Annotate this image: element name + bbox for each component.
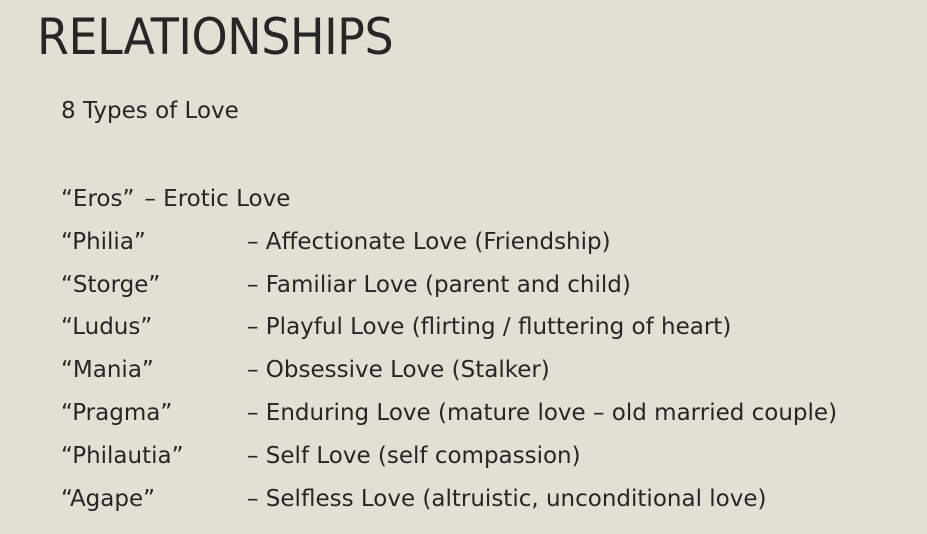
love-description: – Self Love (self compassion) bbox=[247, 442, 581, 469]
list-item-philia: “Philia” – Affectionate Love (Friendship… bbox=[61, 226, 611, 269]
love-types-list: “Eros” – Erotic Love “Philia” – Affection… bbox=[61, 183, 837, 526]
love-term: “Eros” bbox=[61, 186, 135, 212]
love-term: “Philia” bbox=[61, 228, 146, 255]
love-term: “Philautia” bbox=[61, 442, 184, 469]
love-description: – Enduring Love (mature love – old marri… bbox=[247, 399, 838, 426]
list-item-mania: “Mania” – Obsessive Love (Stalker) bbox=[61, 354, 550, 397]
list-item-pragma: “Pragma” – Enduring Love (mature love – … bbox=[61, 397, 837, 440]
love-term: “Storge” bbox=[61, 271, 161, 298]
slide-subtitle: 8 Types of Love bbox=[61, 98, 239, 124]
love-term: “Ludus” bbox=[61, 314, 153, 341]
list-item-agape: “Agape” – Selfless Love (altruistic, unc… bbox=[61, 483, 766, 526]
slide: RELATIONSHIPS 8 Types of Love “Eros” – Er… bbox=[0, 0, 927, 534]
love-description: – Playful Love (flirting / fluttering of… bbox=[247, 314, 732, 341]
love-term: “Pragma” bbox=[61, 399, 173, 426]
love-description: – Familiar Love (parent and child) bbox=[247, 271, 631, 298]
love-description: – Erotic Love bbox=[144, 186, 291, 212]
list-item-philautia: “Philautia” – Self Love (self compassion… bbox=[61, 440, 581, 483]
list-item-ludus: “Ludus” – Playful Love (flirting / flutt… bbox=[61, 311, 731, 354]
love-term: “Agape” bbox=[61, 485, 156, 512]
love-description: – Selfless Love (altruistic, uncondition… bbox=[247, 485, 767, 512]
love-description: – Obsessive Love (Stalker) bbox=[247, 357, 550, 384]
slide-title: RELATIONSHIPS bbox=[37, 8, 394, 66]
list-item-storge: “Storge” – Familiar Love (parent and chi… bbox=[61, 269, 631, 312]
love-term: “Mania” bbox=[61, 357, 154, 384]
love-description: – Affectionate Love (Friendship) bbox=[247, 228, 611, 255]
list-item-eros: “Eros” – Erotic Love bbox=[61, 183, 290, 226]
